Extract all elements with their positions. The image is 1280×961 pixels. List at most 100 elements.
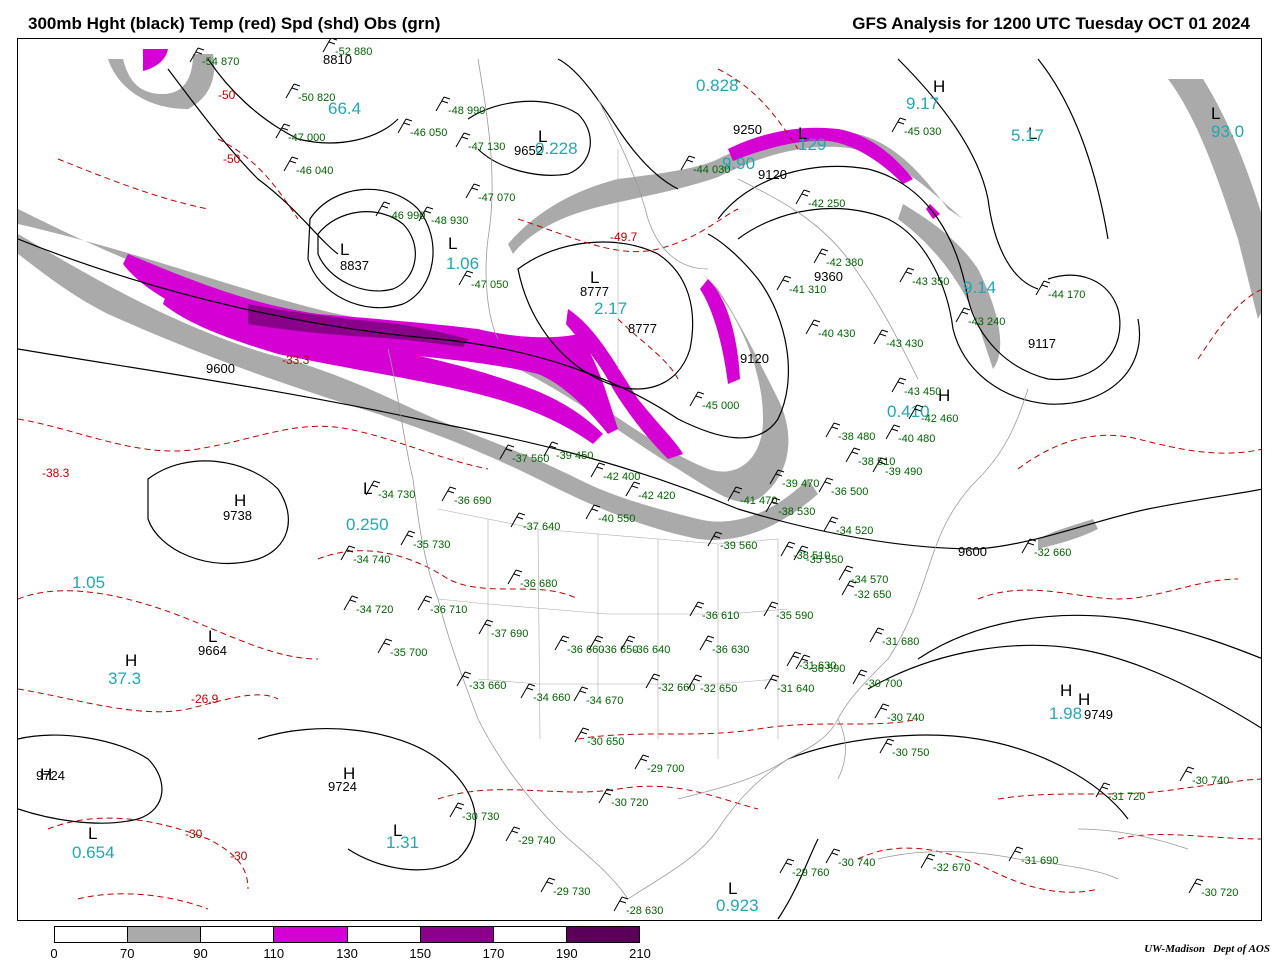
height-label: 9120 <box>758 167 787 182</box>
station-obs: -40 480 <box>898 433 935 445</box>
height-label: 9117 <box>1028 336 1056 351</box>
legend-tick-label: 190 <box>555 946 578 961</box>
gulf-gray-blob <box>1038 519 1098 549</box>
station-obs: -39 560 <box>720 540 757 552</box>
center-value: 129 <box>798 135 826 154</box>
station-obs: -50 820 <box>298 92 335 104</box>
station-obs: -34 570 <box>851 574 888 586</box>
legend-tick-label: 210 <box>629 946 651 961</box>
station-obs: -43 450 <box>904 386 941 398</box>
station-obs: -35 590 <box>776 610 813 622</box>
station-obs: -36 690 <box>454 495 491 507</box>
legend-tick-label: 130 <box>336 946 358 961</box>
station-obs: -44 170 <box>1048 289 1085 301</box>
legend-swatch <box>128 927 202 942</box>
station-obs: -39 490 <box>885 466 922 478</box>
station-obs: -30 730 <box>462 811 499 823</box>
map-title: 300mb Hght (black) Temp (red) Spd (shd) … <box>28 14 441 33</box>
station-obs: -37 690 <box>491 628 528 640</box>
station-obs: -30 740 <box>838 857 875 869</box>
temp-label: -30 <box>185 827 203 841</box>
station-obs: -36 680 <box>520 578 557 590</box>
center-value: 93.0 <box>1211 122 1244 141</box>
station-obs: -32 650 <box>854 589 891 601</box>
center-value: 1.98 <box>1049 704 1082 723</box>
credit-dept: Dept of AOS <box>1212 943 1270 955</box>
station-obs: -43 430 <box>886 338 923 350</box>
temp-label: -50 <box>218 88 236 102</box>
station-obs: -35 730 <box>413 539 450 551</box>
station-obs: -42 380 <box>826 257 863 269</box>
center-value: 0.828 <box>696 76 739 95</box>
legend-tick-label: 150 <box>409 946 432 961</box>
station-obs: -29 730 <box>553 886 590 898</box>
station-obs: -48 930 <box>431 215 468 227</box>
legend-tick-label: 90 <box>193 946 208 961</box>
center-value: 37.3 <box>108 669 141 688</box>
station-obs: -30 740 <box>887 712 924 724</box>
height-label: 9120 <box>740 351 769 366</box>
station-obs: -54 870 <box>202 56 239 68</box>
station-obs: -30 700 <box>865 678 902 690</box>
pressure-center-marks: HHH HLLL LLLLLHLLHHLHL <box>40 77 1220 898</box>
station-obs: -42 460 <box>921 413 958 425</box>
height-label: 9738 <box>223 508 252 523</box>
center-mark: H <box>234 491 246 510</box>
height-label: 9600 <box>206 361 235 376</box>
center-value: 0.228 <box>535 139 578 158</box>
speed-color-legend <box>54 926 640 943</box>
station-obs: -30 750 <box>892 747 929 759</box>
center-mark: L <box>88 824 97 843</box>
legend-swatch <box>347 927 421 942</box>
station-obs: -36 630 <box>712 644 749 656</box>
legend-swatch <box>566 927 639 942</box>
nw-magenta <box>143 49 168 71</box>
legend-swatch <box>55 927 129 942</box>
credit: UW-Madison Dept of AOS <box>1136 943 1270 955</box>
temp-label: -38.3 <box>42 466 70 480</box>
height-label: 8777 <box>628 321 657 336</box>
center-mark: L <box>448 234 457 253</box>
station-obs: -46 040 <box>296 165 333 177</box>
station-obs: -47 070 <box>478 192 515 204</box>
station-obs: -40 430 <box>818 328 855 340</box>
station-obs: -34 720 <box>356 604 393 616</box>
station-obs: -29 700 <box>647 763 684 775</box>
legend-tick-label: 0 <box>50 946 58 961</box>
center-value: 9.14 <box>963 278 996 297</box>
legend-tick-label: 170 <box>482 946 505 961</box>
center-value: 0.923 <box>716 896 759 915</box>
legend-swatch <box>274 927 348 942</box>
station-obs: -47 130 <box>468 141 505 153</box>
station-obs: -38 530 <box>778 506 815 518</box>
center-value: 0.250 <box>346 515 389 534</box>
station-obs: -31 720 <box>1108 791 1145 803</box>
station-obs: -34 660 <box>533 692 570 704</box>
station-obs: -39 450 <box>556 450 593 462</box>
height-label: 9600 <box>958 544 987 559</box>
center-mark: L <box>208 627 217 646</box>
station-obs: -32 650 <box>700 683 737 695</box>
station-obs: -43 240 <box>968 316 1005 328</box>
station-obs: -30 650 <box>587 736 624 748</box>
station-obs: -38 480 <box>838 431 875 443</box>
station-obs: -32 660 <box>658 682 695 694</box>
station-obs: -30 720 <box>1201 887 1238 899</box>
station-obs: -36 710 <box>430 604 467 616</box>
station-obs: -37 560 <box>512 453 549 465</box>
center-mark: L <box>590 268 599 287</box>
station-obs: -30 740 <box>1192 775 1229 787</box>
station-obs: -36 640 <box>633 644 670 656</box>
station-obs: -42 400 <box>603 471 640 483</box>
station-obs: -44 030 <box>693 164 730 176</box>
center-value: 1.05 <box>72 573 105 592</box>
jet-gray-band-lower <box>18 234 818 540</box>
station-obs: -32 660 <box>1034 547 1071 559</box>
station-obs: -33 660 <box>469 680 506 692</box>
station-obs: -48 990 <box>448 105 485 117</box>
center-mark: L <box>363 479 372 498</box>
station-obs: -32 670 <box>933 862 970 874</box>
center-mark: H <box>125 651 137 670</box>
station-obs: -29 760 <box>792 867 829 879</box>
station-obs: -36 660 <box>567 644 604 656</box>
